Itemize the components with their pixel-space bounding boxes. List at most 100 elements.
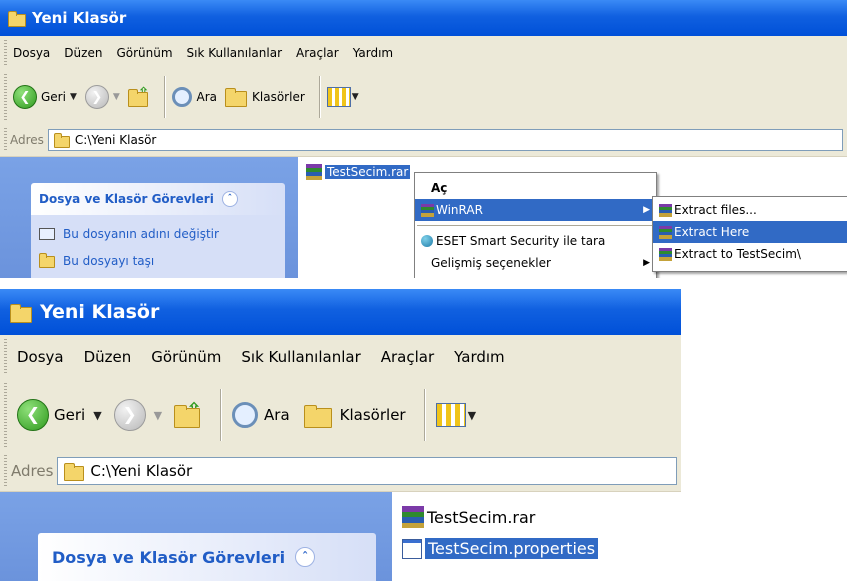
search-label: Ara	[264, 406, 290, 424]
back-button[interactable]: ❮ Geri ▼	[13, 85, 77, 109]
context-open[interactable]: Aç	[415, 177, 656, 199]
menu-favorites[interactable]: Sık Kullanılanlar	[241, 348, 360, 366]
toolbar: ❮ Geri ▼ ❯ ▼ ⇧ Ara Klasörler ▼	[0, 379, 681, 452]
toolbar-grip[interactable]	[4, 383, 7, 447]
address-path: C:\Yeni Klasör	[74, 133, 157, 147]
up-button[interactable]: ⇧	[174, 399, 202, 428]
task-group-title: Dosya ve Klasör Görevleri	[52, 547, 286, 567]
extract-here-item[interactable]: Extract Here	[653, 221, 847, 243]
task-group-header[interactable]: Dosya ve Klasör Görevleri ˆ	[38, 533, 376, 581]
extract-files-label: Extract files...	[674, 203, 757, 217]
forward-button[interactable]: ❯ ▼	[84, 85, 120, 109]
views-icon	[435, 403, 466, 427]
menu-file[interactable]: Dosya	[13, 46, 50, 60]
folders-button[interactable]: Klasörler	[225, 87, 305, 107]
menu-file[interactable]: Dosya	[17, 348, 64, 366]
context-advanced[interactable]: Gelişmiş seçenekler ▶	[415, 252, 656, 274]
back-label: Geri	[54, 406, 86, 424]
submenu-arrow-icon: ▶	[643, 205, 650, 215]
move-task-label: Bu dosyayı taşı	[63, 254, 155, 268]
extract-to-item[interactable]: Extract to TestSecim\	[653, 243, 847, 265]
address-path: C:\Yeni Klasör	[90, 462, 193, 480]
views-button[interactable]: ▼	[435, 403, 476, 427]
folder-icon	[53, 132, 70, 148]
task-group-header[interactable]: Dosya ve Klasör Görevleri ˆ	[31, 183, 285, 215]
folder-up-icon	[174, 405, 201, 428]
address-bar: Adres C:\Yeni Klasör	[0, 124, 847, 157]
folders-label: Klasörler	[339, 406, 406, 424]
explorer-window-after: Yeni Klasör Dosya Düzen Görünüm Sık Kull…	[0, 289, 681, 581]
folders-button[interactable]: Klasörler	[303, 403, 406, 428]
submenu-arrow-icon: ▶	[643, 258, 650, 268]
folders-label: Klasörler	[252, 90, 305, 104]
toolbar-grip[interactable]	[4, 74, 7, 120]
file-item-properties[interactable]: TestSecim.properties	[402, 538, 599, 559]
folder-icon	[64, 462, 85, 481]
menu-view[interactable]: Görünüm	[116, 46, 172, 60]
address-label: Adres	[11, 462, 54, 480]
menu-edit[interactable]: Düzen	[64, 46, 102, 60]
search-icon	[232, 402, 259, 428]
address-input[interactable]: C:\Yeni Klasör	[47, 129, 843, 151]
toolbar-separator	[423, 389, 426, 441]
rename-task-label: Bu dosyanın adını değiştir	[63, 227, 219, 241]
collapse-chevron-icon[interactable]: ˆ	[221, 191, 238, 207]
chevron-down-icon[interactable]: ▼	[154, 409, 162, 422]
views-button[interactable]: ▼	[326, 87, 359, 107]
file-name: TestSecim.rar	[325, 165, 411, 179]
folder-icon	[8, 10, 26, 27]
rename-icon	[39, 228, 55, 240]
chevron-down-icon[interactable]: ▼	[113, 92, 120, 102]
context-winrar[interactable]: WinRAR ▶	[415, 199, 656, 221]
chevron-down-icon[interactable]: ▼	[468, 409, 476, 422]
up-button[interactable]: ⇧	[127, 85, 150, 107]
toolbar-separator	[318, 76, 321, 118]
chevron-down-icon[interactable]: ▼	[70, 92, 77, 102]
menu-edit[interactable]: Düzen	[84, 348, 132, 366]
rar-archive-icon	[402, 506, 424, 528]
window-title: Yeni Klasör	[32, 9, 127, 27]
file-item-rar[interactable]: TestSecim.rar	[402, 506, 535, 528]
chevron-down-icon[interactable]: ▼	[93, 409, 101, 422]
menu-tools[interactable]: Araçlar	[381, 348, 434, 366]
toolbar-separator	[220, 389, 223, 441]
move-task-link[interactable]: Bu dosyayı taşı	[39, 253, 155, 268]
address-input[interactable]: C:\Yeni Klasör	[57, 457, 677, 485]
menu-grip[interactable]	[4, 40, 7, 66]
rename-task-link[interactable]: Bu dosyanın adını değiştir	[39, 227, 219, 241]
chevron-down-icon[interactable]: ▼	[352, 92, 359, 102]
extract-here-label: Extract Here	[674, 225, 750, 239]
menu-grip[interactable]	[4, 339, 7, 375]
search-button[interactable]: Ara	[171, 87, 217, 107]
menu-help[interactable]: Yardım	[353, 46, 393, 60]
menu-help[interactable]: Yardım	[454, 348, 505, 366]
title-bar[interactable]: Yeni Klasör	[0, 0, 847, 36]
file-name: TestSecim.rar	[427, 507, 536, 527]
back-label: Geri	[41, 90, 66, 104]
folder-up-icon	[127, 88, 148, 107]
collapse-chevron-icon[interactable]: ˆ	[295, 547, 316, 567]
search-button[interactable]: Ara	[232, 402, 290, 428]
menu-bar: Dosya Düzen Görünüm Sık Kullanılanlar Ar…	[0, 335, 681, 380]
extract-to-label: Extract to TestSecim\	[674, 247, 801, 261]
extract-files-item[interactable]: Extract files...	[653, 199, 847, 221]
forward-arrow-icon: ❯	[84, 85, 109, 109]
file-item-rar[interactable]: TestSecim.rar	[306, 164, 411, 180]
menu-view[interactable]: Görünüm	[151, 348, 221, 366]
back-button[interactable]: ❮ Geri ▼	[17, 399, 102, 431]
menu-favorites[interactable]: Sık Kullanılanlar	[187, 46, 282, 60]
rar-archive-icon	[306, 164, 322, 180]
address-grip[interactable]	[4, 128, 7, 152]
task-group-title: Dosya ve Klasör Görevleri	[39, 192, 214, 206]
eset-icon	[421, 235, 433, 247]
toolbar-separator	[163, 76, 166, 118]
title-bar[interactable]: Yeni Klasör	[0, 289, 681, 335]
menu-tools[interactable]: Araçlar	[296, 46, 339, 60]
winrar-icon	[659, 225, 672, 239]
folders-icon	[225, 88, 248, 107]
menu-bar: Dosya Düzen Görünüm Sık Kullanılanlar Ar…	[0, 36, 847, 71]
address-grip[interactable]	[4, 455, 7, 487]
forward-button[interactable]: ❯ ▼	[113, 399, 162, 431]
context-eset-scan[interactable]: ESET Smart Security ile tara	[415, 230, 656, 252]
back-arrow-icon: ❮	[13, 85, 37, 109]
